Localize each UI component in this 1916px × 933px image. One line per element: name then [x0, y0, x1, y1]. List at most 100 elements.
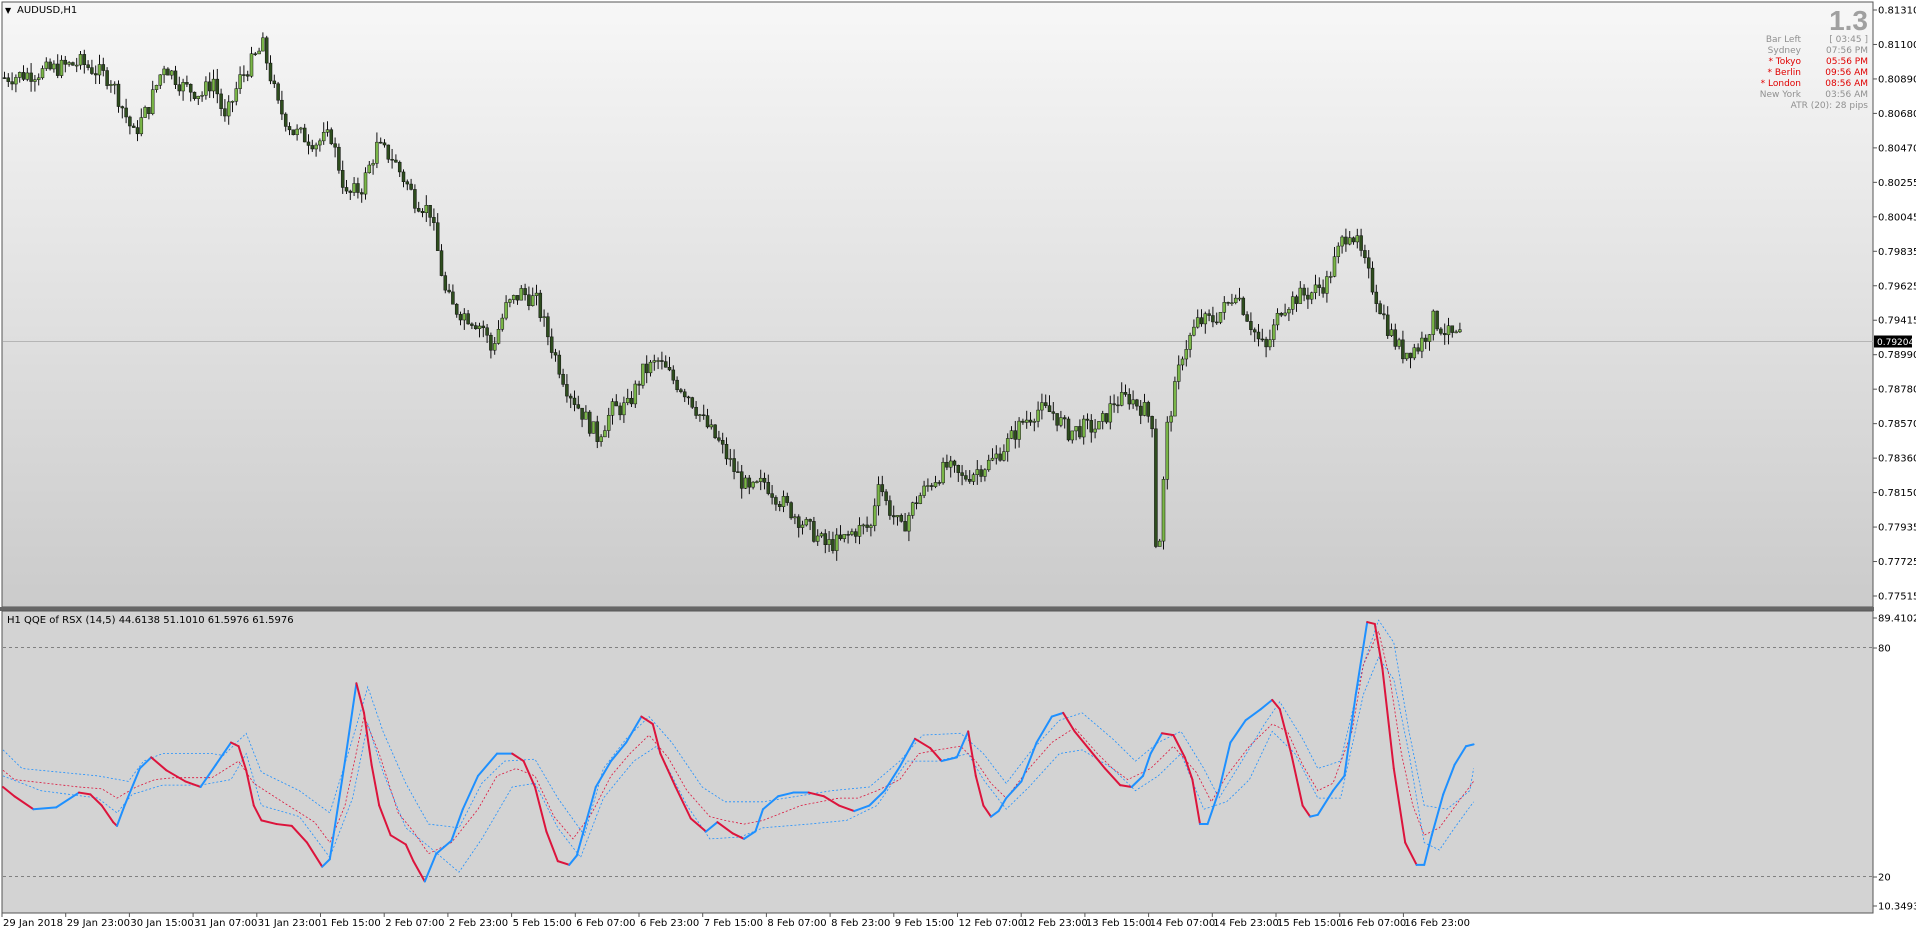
candle-body [1268, 339, 1272, 348]
candle-body [899, 515, 904, 522]
candle-body [827, 539, 831, 545]
candle-body [264, 37, 269, 64]
candle-body [971, 474, 976, 482]
candle-body [416, 208, 421, 212]
time-tick-label: 6 Feb 23:00 [640, 918, 699, 929]
candle-body [652, 360, 657, 363]
dropdown-arrow-icon[interactable]: ▼ [5, 6, 12, 15]
candle-body [55, 63, 60, 76]
candle-body [356, 183, 360, 193]
candle-body [424, 205, 429, 214]
time-tick-label: 30 Jan 15:00 [130, 918, 193, 929]
price-axis[interactable]: 0.81310 0.81100 0.80890 0.80680 0.80470 0.802… [1873, 6, 1916, 603]
candle-body [242, 74, 246, 76]
candle-body [1199, 317, 1204, 325]
candle-body [1287, 309, 1291, 314]
price-tick-label: 0.80255 [1878, 178, 1916, 189]
indicator-pane[interactable] [1, 610, 1874, 914]
candle-body [1180, 358, 1185, 366]
candle-body [454, 303, 459, 315]
candle-body [249, 53, 254, 77]
candle-body [523, 288, 527, 296]
candle-body [420, 211, 425, 214]
time-tick-label: 7 Feb 15:00 [704, 918, 763, 929]
time-tick-label: 31 Jan 23:00 [258, 918, 321, 929]
candle-body [770, 493, 774, 498]
candle-body [1249, 321, 1253, 330]
candle-body [903, 521, 907, 532]
candle-body [143, 107, 147, 118]
indicator-tick-label: 10.3493 [1878, 902, 1916, 913]
candle-body [743, 477, 748, 489]
candle-body [131, 125, 136, 128]
candle-body [614, 401, 619, 407]
candle-body [1176, 364, 1181, 382]
candle-body [86, 64, 90, 68]
info-label: * Berlin [1768, 68, 1801, 78]
candle-body [1294, 296, 1299, 304]
candle-body [675, 379, 679, 390]
candle-body [1264, 338, 1268, 348]
candle-body [956, 465, 961, 473]
candle-body [1431, 310, 1436, 335]
candle-body [914, 502, 919, 504]
candle-body [720, 440, 725, 445]
candle-body [633, 383, 638, 405]
candle-body [789, 502, 793, 519]
candle-body [1435, 310, 1439, 330]
candle-body [1370, 267, 1375, 293]
candle-body [63, 59, 68, 65]
candle-body [1442, 333, 1447, 336]
candle-body [1336, 245, 1341, 257]
pane-divider[interactable] [0, 607, 1874, 611]
candle-body [1002, 451, 1006, 461]
candle-body [21, 72, 26, 80]
candle-body [1378, 303, 1382, 315]
candle-body [44, 61, 49, 69]
candle-body [470, 323, 474, 326]
candle-body [204, 81, 208, 96]
chart-canvas[interactable]: 0.81310 0.81100 0.80890 0.80680 0.80470 0.802… [0, 0, 1916, 933]
candle-body [310, 145, 315, 150]
candle-body [1207, 313, 1211, 316]
candle-body [1290, 296, 1295, 310]
candle-body [1256, 331, 1261, 340]
price-tick-label: 0.79415 [1878, 316, 1916, 327]
candle-body [872, 505, 877, 526]
candle-body [853, 531, 858, 537]
candle-body [1366, 257, 1371, 269]
candle-body [918, 495, 923, 504]
price-tick-label: 0.80680 [1878, 109, 1916, 120]
candle-body [557, 354, 562, 375]
candle-body [686, 396, 691, 399]
price-pane[interactable] [1, 1, 1874, 608]
candle-body [1382, 313, 1386, 316]
candle-body [1317, 284, 1322, 288]
time-tick-label: 1 Feb 15:00 [322, 918, 381, 929]
candle-body [428, 205, 432, 218]
candle-body [401, 171, 406, 182]
candle-body [1218, 312, 1223, 323]
indicator-axis[interactable]: 89.4102 80 20 10.3493 [1873, 614, 1916, 913]
candle-body [549, 336, 554, 353]
time-tick-label: 5 Feb 15:00 [513, 918, 572, 929]
candle-body [758, 477, 763, 482]
candle-body [751, 481, 755, 488]
candle-body [667, 366, 672, 371]
candle-body [192, 91, 197, 99]
candle-body [694, 406, 698, 416]
time-tick-label: 12 Feb 23:00 [1022, 918, 1088, 929]
candle-body [177, 84, 182, 92]
price-tick-label: 0.81100 [1878, 40, 1916, 51]
time-tick-label: 8 Feb 23:00 [831, 918, 890, 929]
candle-body [629, 397, 634, 405]
candle-body [1097, 421, 1101, 430]
candle-body [1230, 302, 1234, 305]
candle-body [272, 80, 277, 85]
time-tick-label: 14 Feb 23:00 [1213, 918, 1279, 929]
candle-body [67, 62, 71, 65]
time-axis[interactable]: 29 Jan 2018 29 Jan 23:00 30 Jan 15:00 31 Ja… [1, 913, 1470, 929]
candle-body [869, 525, 873, 528]
candle-body [33, 79, 37, 82]
candle-body [1325, 276, 1329, 294]
